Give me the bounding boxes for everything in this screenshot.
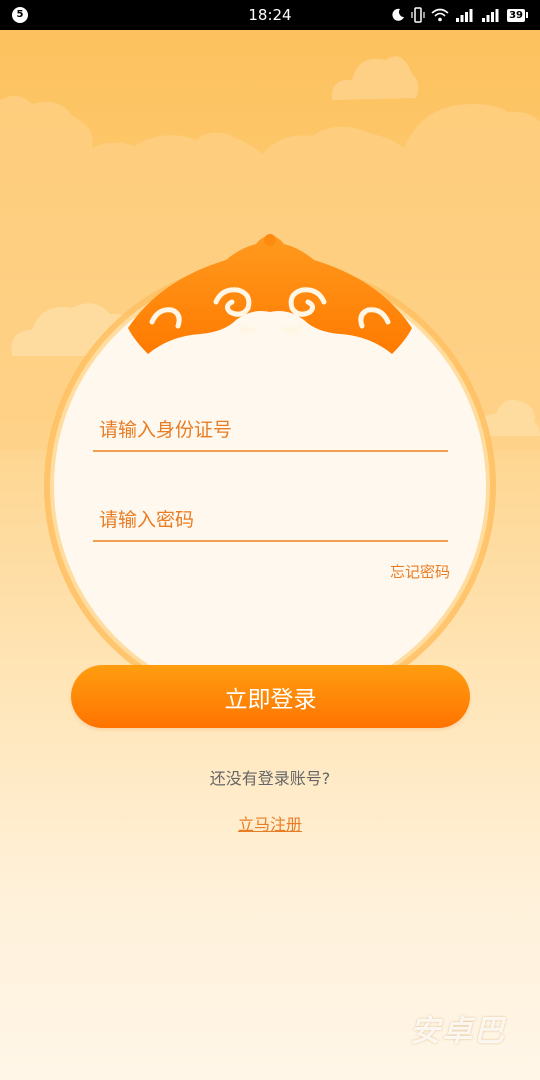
- moon-icon: [392, 8, 405, 21]
- forgot-password-link[interactable]: 忘记密码: [360, 561, 450, 582]
- vibrate-icon: [411, 7, 425, 23]
- battery-icon: 39: [507, 8, 528, 22]
- signal-icon-1: [456, 9, 473, 22]
- status-bar: 5 18:24 39: [0, 0, 540, 30]
- battery-level: 39: [507, 8, 525, 22]
- login-screen: 5 18:24 39 请输入身份证号 忘记密码 立即登录 还没有登录账号? 立马…: [0, 0, 540, 1080]
- watermark-logo: 安卓巴: [404, 1006, 512, 1056]
- password-input[interactable]: [93, 500, 448, 540]
- login-button[interactable]: 立即登录: [71, 665, 470, 728]
- id-number-input[interactable]: [93, 410, 448, 450]
- no-account-prompt: 还没有登录账号?: [209, 769, 331, 788]
- register-link[interactable]: 立马注册: [220, 811, 320, 835]
- id-number-field[interactable]: [93, 410, 448, 452]
- wifi-icon: [431, 8, 449, 22]
- watermark-text: 安卓巴: [410, 1014, 506, 1049]
- signal-icon-2: [482, 9, 499, 22]
- status-icons: 39: [391, 5, 528, 25]
- password-field[interactable]: [93, 500, 448, 542]
- emblem-ornament: [44, 234, 496, 680]
